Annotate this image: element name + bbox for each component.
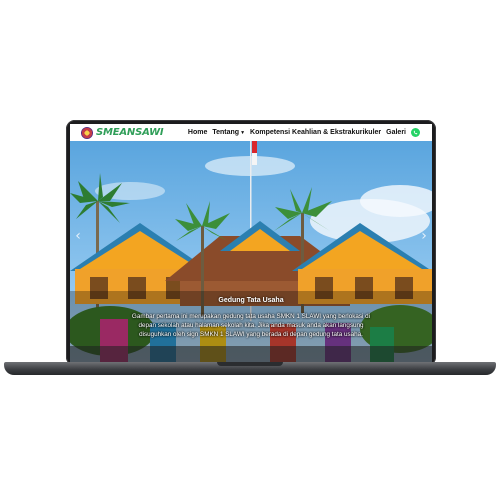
slide-title: Gedung Tata Usaha (218, 297, 284, 304)
slider-prev-arrow[interactable]: ‹ (73, 226, 83, 246)
nav-item-home[interactable]: Home (188, 129, 207, 136)
whatsapp-icon[interactable] (411, 128, 420, 137)
school-logo-icon (81, 126, 93, 139)
nav-item-kompetensi[interactable]: Kompetensi Keahlian & Ekstrakurikuler (250, 129, 381, 136)
nav-item-galeri[interactable]: Galeri (386, 129, 406, 136)
hero-slider[interactable]: ‹ › Gedung Tata Usaha Gambar pertama ini… (70, 141, 432, 362)
chevron-down-icon: ▼ (240, 130, 246, 136)
laptop-notch (217, 362, 283, 366)
brand[interactable]: SMEANSAWI (81, 126, 164, 139)
nav-menu: Home Tentang▼ Kompetensi Keahlian & Ekst… (183, 128, 420, 137)
laptop-screen: SMEANSAWI Home Tentang▼ Kompetensi Keahl… (70, 124, 432, 362)
slider-next-arrow[interactable]: › (419, 226, 429, 246)
brand-name: SMEANSAWI (96, 127, 164, 138)
slide-caption: Gedung Tata Usaha Gambar pertama ini mer… (70, 297, 432, 339)
nav-item-tentang[interactable]: Tentang▼ (212, 129, 245, 136)
nav-item-tentang-label: Tentang (212, 129, 240, 136)
slide-description: Gambar pertama ini merupakan gedung tata… (131, 313, 371, 338)
navbar: SMEANSAWI Home Tentang▼ Kompetensi Keahl… (70, 124, 432, 141)
